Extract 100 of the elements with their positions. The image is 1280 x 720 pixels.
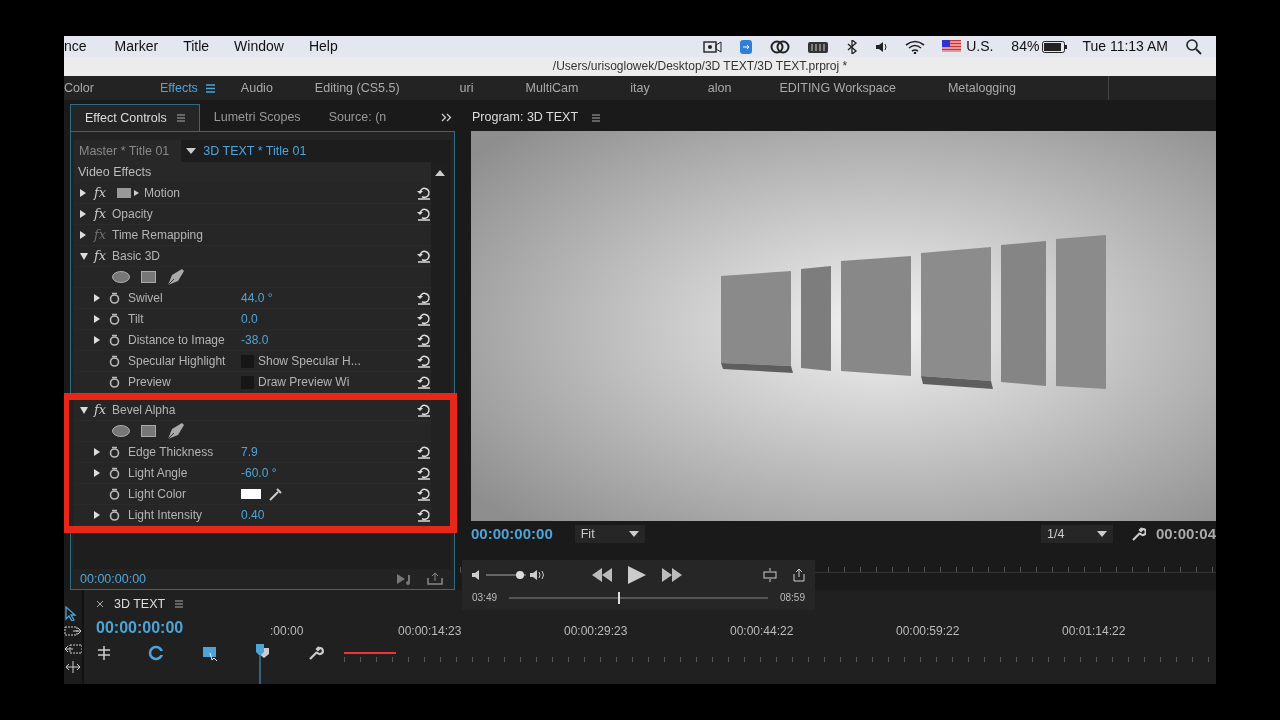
reset-icon[interactable] bbox=[417, 354, 431, 368]
dropdown-icon[interactable] bbox=[1096, 531, 1107, 537]
resolution-dropdown[interactable]: 1/4 bbox=[1040, 524, 1113, 544]
volume-slider[interactable] bbox=[516, 571, 524, 579]
stopwatch-icon[interactable] bbox=[109, 376, 120, 388]
stopwatch-icon[interactable] bbox=[109, 292, 120, 304]
share-icon[interactable] bbox=[793, 568, 805, 582]
effect-name[interactable]: Opacity bbox=[112, 205, 153, 223]
panel-tab[interactable]: Program: 3D TEXT bbox=[472, 108, 579, 127]
property-value[interactable]: -60.0 ° bbox=[241, 464, 277, 482]
reset-icon[interactable] bbox=[417, 207, 431, 221]
stopwatch-icon[interactable] bbox=[109, 509, 120, 521]
workspace-tab[interactable]: Audio bbox=[240, 78, 273, 98]
property-value[interactable]: 7.9 bbox=[241, 443, 258, 461]
input-source-label[interactable]: U.S. bbox=[966, 36, 994, 57]
volume-icon[interactable] bbox=[472, 570, 482, 580]
progress-scrubber[interactable] bbox=[617, 591, 620, 604]
zoom-dropdown[interactable]: Fit bbox=[574, 524, 645, 544]
fx-label[interactable]: fx bbox=[94, 400, 112, 420]
close-icon[interactable] bbox=[96, 600, 104, 608]
workspace-tab[interactable]: alon bbox=[707, 78, 732, 98]
workspace-tab[interactable]: MultiCam bbox=[525, 78, 579, 98]
expand-icon[interactable] bbox=[94, 315, 100, 323]
expanded-icon[interactable] bbox=[80, 406, 88, 414]
effect-name[interactable]: Motion bbox=[144, 184, 181, 202]
expand-icon[interactable] bbox=[94, 469, 100, 477]
track-select-icon[interactable] bbox=[64, 624, 82, 639]
menu-item[interactable]: Window bbox=[234, 36, 284, 57]
reset-icon[interactable] bbox=[417, 508, 431, 522]
property-value[interactable]: 44.0 ° bbox=[241, 289, 273, 307]
volume-up-icon[interactable] bbox=[530, 570, 546, 580]
pen-icon[interactable] bbox=[167, 422, 185, 440]
panel-tab[interactable]: Effect Controls bbox=[70, 104, 200, 131]
dropdown-icon[interactable] bbox=[628, 531, 639, 537]
stopwatch-icon[interactable] bbox=[109, 488, 120, 500]
reset-icon[interactable] bbox=[417, 186, 431, 200]
menu-item[interactable]: nce bbox=[64, 36, 87, 57]
reset-icon[interactable] bbox=[417, 403, 431, 417]
dropdown-icon[interactable] bbox=[186, 148, 197, 154]
overflow-icon[interactable] bbox=[441, 113, 452, 122]
collapse-icon[interactable] bbox=[435, 169, 445, 176]
play-icon[interactable] bbox=[628, 566, 646, 584]
stopwatch-icon[interactable] bbox=[109, 334, 120, 346]
sequence-clip-label[interactable]: 3D TEXT * Title 01 bbox=[203, 141, 307, 161]
expand-icon[interactable] bbox=[80, 210, 86, 218]
stopwatch-icon[interactable] bbox=[109, 355, 120, 367]
menu-icon[interactable] bbox=[175, 600, 184, 608]
ellipse-mask-icon[interactable] bbox=[112, 271, 130, 283]
rolling-edit-icon[interactable] bbox=[64, 660, 82, 675]
pen-icon[interactable] bbox=[167, 268, 185, 286]
fx-label[interactable]: fx bbox=[94, 183, 112, 203]
fx-label[interactable]: fx bbox=[94, 204, 112, 224]
expand-icon[interactable] bbox=[94, 336, 100, 344]
fast-forward-icon[interactable] bbox=[662, 568, 682, 582]
color-swatch[interactable] bbox=[241, 489, 261, 499]
resize-icon[interactable] bbox=[763, 568, 777, 582]
reset-icon[interactable] bbox=[417, 466, 431, 480]
add-marker-icon[interactable] bbox=[202, 645, 218, 661]
ellipse-mask-icon[interactable] bbox=[112, 425, 130, 437]
reset-icon[interactable] bbox=[417, 487, 431, 501]
rewind-icon[interactable] bbox=[592, 568, 612, 582]
snap-icon[interactable] bbox=[96, 645, 112, 661]
workspace-tab[interactable]: uri bbox=[459, 78, 474, 98]
reset-icon[interactable] bbox=[417, 333, 431, 347]
reset-icon[interactable] bbox=[417, 312, 431, 326]
workspace-tab[interactable]: Color bbox=[64, 78, 94, 98]
effect-name[interactable]: Basic 3D bbox=[112, 247, 161, 265]
panel-tab[interactable]: Source: (n bbox=[314, 104, 401, 131]
ripple-edit-icon[interactable] bbox=[64, 642, 82, 657]
workspace-tab[interactable]: itay bbox=[630, 78, 650, 98]
wrench-icon[interactable] bbox=[308, 645, 324, 661]
audio-clip-icon[interactable] bbox=[397, 573, 413, 585]
menu-item[interactable]: Title bbox=[183, 36, 210, 57]
timeline-tab[interactable]: 3D TEXT bbox=[114, 594, 166, 614]
stopwatch-icon[interactable] bbox=[109, 467, 120, 479]
reset-icon[interactable] bbox=[417, 291, 431, 305]
menu-item[interactable]: Marker bbox=[114, 36, 159, 57]
property-value[interactable]: -38.0 bbox=[241, 331, 269, 349]
checkbox-label[interactable]: Show Specular H... bbox=[258, 352, 361, 370]
transform-icon[interactable] bbox=[116, 187, 140, 199]
property-value[interactable]: 0.40 bbox=[241, 506, 265, 524]
expand-icon[interactable] bbox=[94, 294, 100, 302]
menu-icon[interactable] bbox=[592, 113, 601, 122]
eyedropper-icon[interactable] bbox=[269, 487, 283, 501]
expand-icon[interactable] bbox=[94, 448, 100, 456]
linked-selection-icon[interactable] bbox=[148, 645, 164, 661]
playhead[interactable] bbox=[256, 644, 264, 684]
reset-icon[interactable] bbox=[417, 249, 431, 263]
wrench-icon[interactable] bbox=[1130, 526, 1146, 542]
property-value[interactable]: 0.0 bbox=[241, 310, 258, 328]
expand-icon[interactable] bbox=[80, 189, 86, 197]
menu-clock[interactable]: Tue 11:13 AM bbox=[1082, 36, 1168, 57]
expand-icon[interactable] bbox=[94, 511, 100, 519]
stopwatch-icon[interactable] bbox=[109, 313, 120, 325]
expanded-icon[interactable] bbox=[80, 252, 88, 260]
menu-icon[interactable] bbox=[176, 114, 185, 122]
reset-icon[interactable] bbox=[417, 375, 431, 389]
master-clip-label[interactable]: Master * Title 01 bbox=[74, 140, 182, 162]
panel-tab[interactable]: Lumetri Scopes bbox=[199, 104, 315, 131]
reset-icon[interactable] bbox=[417, 445, 431, 459]
